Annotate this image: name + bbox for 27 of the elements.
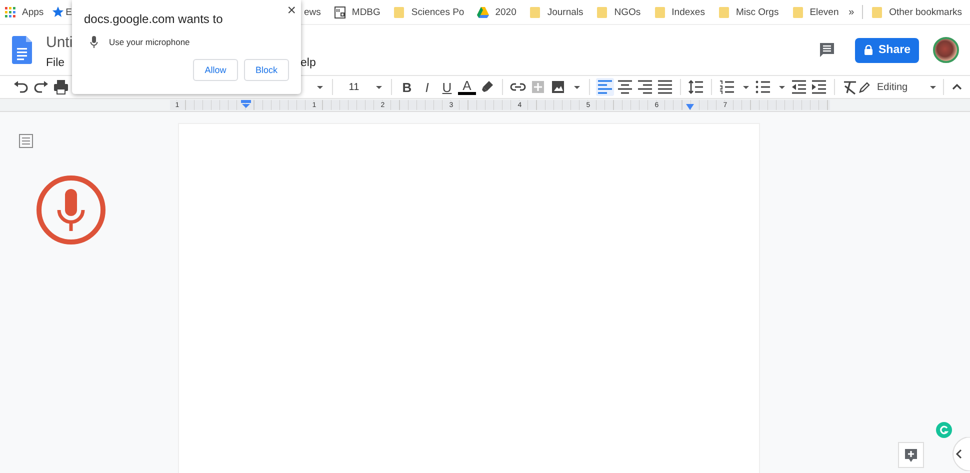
bookmark-link[interactable]: Eleven	[810, 6, 839, 18]
permission-button[interactable]: Block	[244, 59, 289, 81]
bookmark-link[interactable]: E	[66, 6, 72, 18]
editing-mode-button[interactable]: Editing	[859, 81, 919, 93]
bookmark-link[interactable]: Journals	[547, 6, 584, 18]
menu-item[interactable]: elp	[300, 56, 316, 68]
bookmark-link[interactable]: MDBG	[352, 6, 380, 18]
bookmark-link[interactable]: Sciences Po	[411, 6, 464, 18]
popup-title: docs.google.com wants to	[84, 12, 224, 26]
bookmark-link[interactable]: Apps	[22, 6, 44, 18]
bold-button[interactable]: B	[398, 78, 416, 96]
italic-button[interactable]: I	[418, 78, 436, 96]
share-button[interactable]: Share	[855, 38, 919, 62]
bookmark-link[interactable]: Misc Orgs	[736, 6, 779, 18]
permission-request: Use your microphone	[109, 37, 190, 47]
menu-item[interactable]: File	[46, 56, 65, 68]
close-button[interactable]: ×	[287, 3, 296, 19]
underline-button[interactable]: U	[438, 78, 456, 96]
bookmark-link[interactable]: 2020	[495, 6, 516, 18]
bookmark-link[interactable]: Other bookmarks	[889, 6, 962, 18]
bookmark-link[interactable]: Indexes	[672, 6, 705, 18]
overflow-button[interactable]: »	[848, 6, 854, 18]
bookmark-link[interactable]: ews	[304, 6, 321, 18]
bookmark-link[interactable]: NGOs	[614, 6, 641, 18]
permission-button[interactable]: Allow	[193, 59, 238, 81]
font-size-field[interactable]: 11	[339, 82, 369, 92]
text-color-button[interactable]: A	[458, 79, 476, 95]
